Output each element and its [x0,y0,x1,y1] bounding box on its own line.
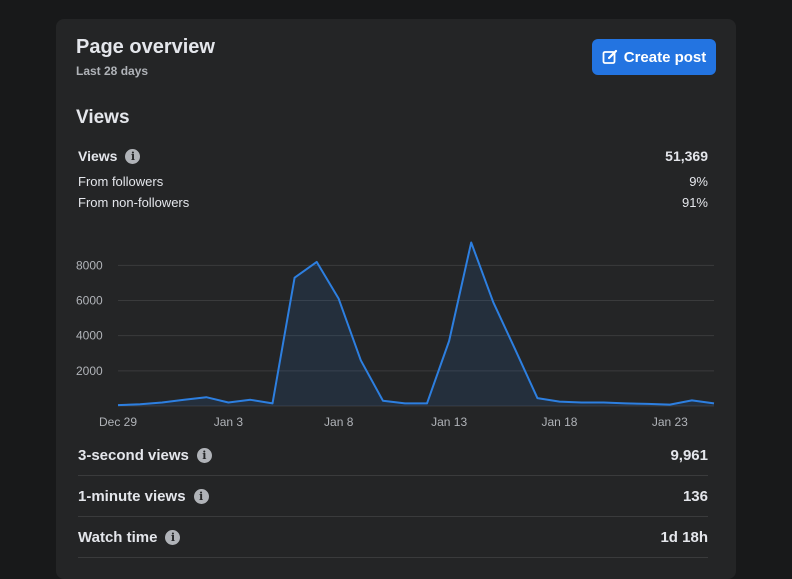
data-point[interactable] [161,401,163,403]
y-tick-label: 2000 [76,364,103,378]
data-point[interactable] [117,404,119,406]
x-tick-label: Jan 8 [324,415,354,429]
views-total-row: Views i 51,369 [78,148,708,164]
views-chart[interactable]: 8000 6000 4000 2000 Dec 29 Jan 3 Jan 8 Jan 13 Ja… [56,229,736,429]
x-tick-label: Jan 3 [214,415,244,429]
metric-row-1-minute-views: 1-minute views i 136 [78,476,708,517]
data-point[interactable] [448,340,450,342]
x-tick-label: Dec 29 [99,415,137,429]
views-area [118,242,714,406]
info-icon[interactable]: i [165,529,181,545]
data-point[interactable] [514,349,516,351]
data-point[interactable] [338,298,340,300]
data-point[interactable] [625,402,627,404]
info-icon[interactable]: i [193,488,209,504]
edit-icon [602,49,618,65]
metric-label: Watch time [78,528,158,546]
x-tick-label: Jan 18 [541,415,577,429]
data-point[interactable] [139,403,141,405]
breakdown-row-non-followers: From non-followers 91% [78,195,708,210]
breakdown-value: 9% [689,174,708,189]
metric-label: 3-second views [78,446,189,464]
data-point[interactable] [227,401,229,403]
data-point[interactable] [249,399,251,401]
data-point[interactable] [470,242,472,244]
breakdown-row-followers: From followers 9% [78,174,708,189]
x-tick-label: Jan 23 [652,415,688,429]
page-overview-card: Page overview Last 28 days Create post V… [56,19,736,579]
data-point[interactable] [183,399,185,401]
data-point[interactable] [669,404,671,406]
y-tick-label: 8000 [76,258,103,272]
data-point[interactable] [205,396,207,398]
metric-value: 1d 18h [660,528,708,546]
data-point[interactable] [558,401,560,403]
views-total-value: 51,369 [665,148,708,164]
breakdown-label: From non-followers [78,195,190,210]
metric-row-3-second-views: 3-second views i 9,961 [78,435,708,476]
data-point[interactable] [272,402,274,404]
views-total-label: Views [78,148,118,164]
data-point[interactable] [647,403,649,405]
date-range-label: Last 28 days [76,64,149,78]
views-section-title: Views [76,107,130,128]
data-point[interactable] [536,397,538,399]
info-icon[interactable]: i [125,148,141,164]
metric-row-watch-time: Watch time i 1d 18h [78,517,708,558]
data-point[interactable] [603,401,605,403]
page-title: Page overview [76,36,215,58]
data-point[interactable] [691,399,693,401]
data-point[interactable] [426,402,428,404]
create-post-button[interactable]: Create post [592,39,716,75]
x-tick-label: Jan 13 [431,415,467,429]
metric-label: 1-minute views [78,487,186,505]
data-point[interactable] [294,277,296,279]
views-series-line [117,241,715,407]
y-tick-label: 6000 [76,294,103,308]
data-point[interactable] [316,261,318,263]
data-point[interactable] [492,301,494,303]
metric-value: 9,961 [670,446,708,464]
data-point[interactable] [581,401,583,403]
breakdown-value: 91% [681,195,708,210]
create-post-label: Create post [623,48,707,66]
data-point[interactable] [382,400,384,402]
y-tick-label: 4000 [76,329,103,343]
info-icon[interactable]: i [196,447,212,463]
breakdown-label: From followers [78,174,164,189]
metric-value: 136 [682,487,708,505]
data-point[interactable] [360,359,362,361]
data-point[interactable] [713,402,715,404]
data-point[interactable] [404,402,406,404]
